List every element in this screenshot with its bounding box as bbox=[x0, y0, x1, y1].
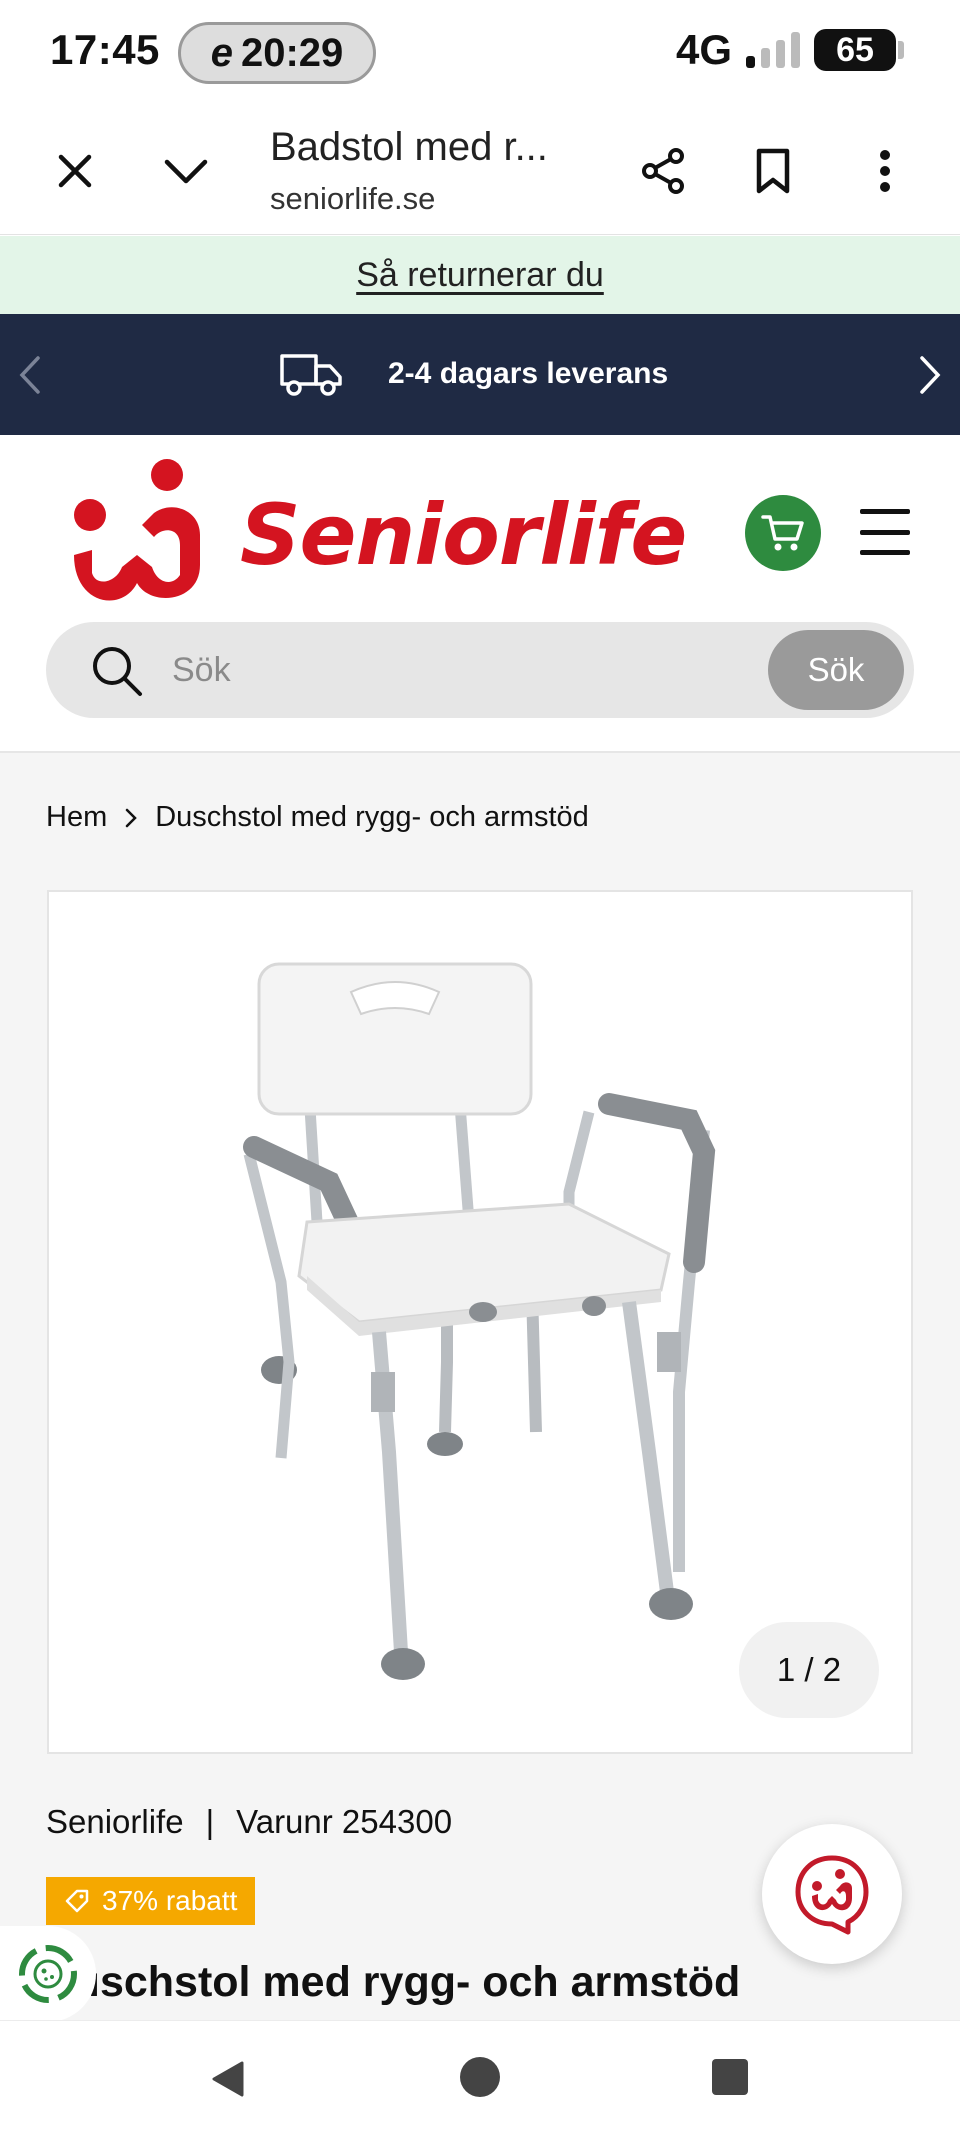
breadcrumb: Hem Duschstol med rygg- och armstöd bbox=[46, 801, 589, 834]
product-meta: Seniorlife | Varunr 254300 bbox=[46, 1803, 452, 1841]
return-banner: Så returnerar du bbox=[0, 236, 960, 314]
status-bar: 17:45 e 20:29 4G 65 bbox=[0, 0, 960, 105]
chat-button[interactable] bbox=[762, 1824, 902, 1964]
network-type: 4G bbox=[675, 26, 732, 73]
tag-icon bbox=[65, 1889, 89, 1913]
status-pill-time: 20:29 bbox=[240, 30, 344, 75]
status-right: 4G 65 bbox=[675, 26, 904, 74]
promo-text: 2-4 dagars leverans bbox=[388, 357, 669, 390]
system-nav-bar bbox=[0, 2020, 960, 2133]
product-brand[interactable]: Seniorlife bbox=[46, 1803, 184, 1841]
breadcrumb-current: Duschstol med rygg- och armstöd bbox=[155, 801, 589, 833]
return-link[interactable]: Så returnerar du bbox=[356, 256, 604, 295]
meta-divider: | bbox=[205, 1803, 215, 1840]
search-button[interactable]: Sök bbox=[768, 630, 904, 710]
more-vert-icon[interactable] bbox=[855, 141, 915, 201]
signal-icon bbox=[746, 32, 800, 68]
search-bar: Sök bbox=[46, 622, 914, 718]
search-icon bbox=[93, 647, 142, 696]
site-header: Seniorlife Sök bbox=[0, 435, 960, 753]
promo-bar: 2-4 dagars leverans bbox=[0, 314, 960, 435]
chevron-left-icon[interactable] bbox=[12, 352, 48, 398]
close-icon[interactable] bbox=[45, 141, 105, 201]
home-icon[interactable] bbox=[460, 2057, 500, 2097]
cookie-icon bbox=[19, 1945, 77, 2003]
site-logo[interactable]: Seniorlife bbox=[62, 455, 687, 615]
chevron-down-icon[interactable] bbox=[156, 141, 216, 201]
recents-icon[interactable] bbox=[712, 2059, 748, 2095]
product-title: ıschstol med rygg- och armstöd bbox=[88, 1958, 741, 2006]
status-pill-icon: e bbox=[210, 30, 233, 75]
chevron-right-icon[interactable] bbox=[912, 352, 948, 398]
cookie-settings-button[interactable] bbox=[0, 1926, 96, 2022]
discount-badge: 37% rabatt bbox=[46, 1877, 256, 1925]
promo-message: 2-4 dagars leverans bbox=[278, 350, 668, 398]
page-title[interactable]: Badstol med r... bbox=[270, 125, 548, 170]
page-url[interactable]: seniorlife.se bbox=[270, 181, 435, 217]
logo-text: Seniorlife bbox=[240, 486, 687, 584]
image-counter: 1 / 2 bbox=[739, 1622, 879, 1718]
menu-icon[interactable] bbox=[860, 509, 910, 555]
truck-icon bbox=[280, 354, 342, 396]
cart-button[interactable] bbox=[745, 495, 821, 571]
back-icon[interactable] bbox=[208, 2059, 248, 2099]
logo-mark-icon bbox=[74, 459, 200, 601]
status-time: 17:45 bbox=[50, 26, 160, 73]
bookmark-icon[interactable] bbox=[743, 141, 803, 201]
chat-icon bbox=[795, 1855, 869, 1935]
battery-icon: 65 bbox=[814, 29, 904, 71]
discount-text: 37% rabatt bbox=[102, 1885, 238, 1916]
status-pill: e 20:29 bbox=[178, 22, 376, 84]
battery-level: 65 bbox=[836, 30, 874, 69]
product-gallery[interactable]: 1 / 2 bbox=[47, 890, 913, 1754]
browser-toolbar: Badstol med r... seniorlife.se bbox=[0, 105, 960, 235]
chevron-right-icon bbox=[125, 808, 138, 827]
share-icon[interactable] bbox=[633, 141, 693, 201]
product-sku: Varunr 254300 bbox=[236, 1803, 453, 1840]
search-input[interactable] bbox=[172, 640, 772, 700]
breadcrumb-home[interactable]: Hem bbox=[46, 801, 107, 834]
cart-icon bbox=[761, 515, 804, 551]
